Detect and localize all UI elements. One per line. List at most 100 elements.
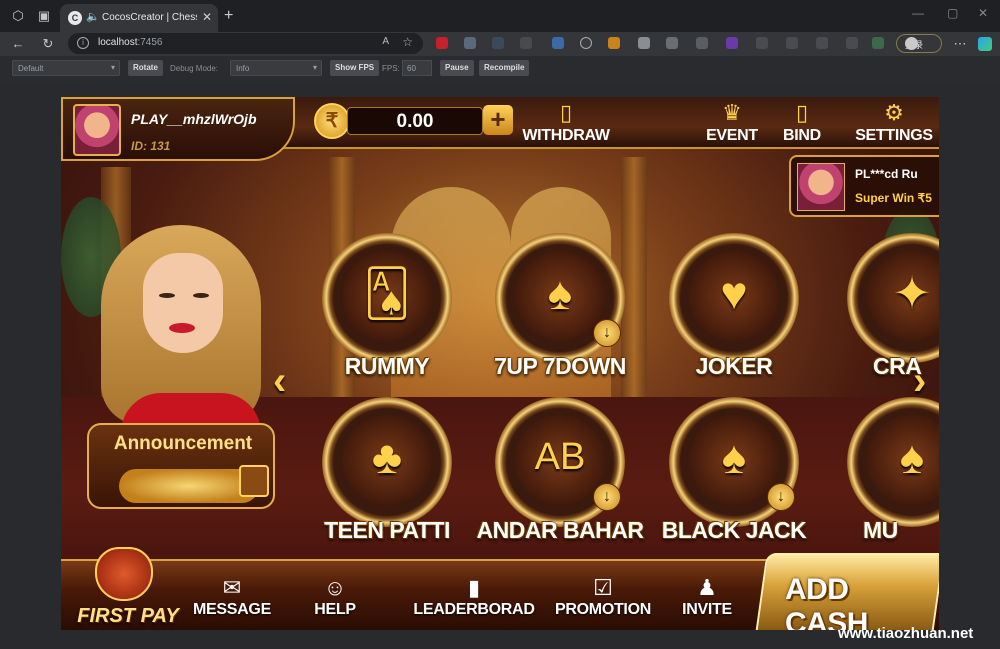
avatar (905, 37, 918, 50)
game-tile-label: MU (863, 517, 898, 543)
event-button[interactable]: ♛ EVENT (697, 99, 767, 145)
rotate-button[interactable]: Rotate (128, 60, 163, 76)
tab-cocos[interactable]: C 🔈 CocosCreator | ChessNewE ✕ (60, 4, 218, 32)
more-menu-icon[interactable]: ⋯ (952, 36, 968, 52)
player-profile[interactable]: PLAY__mhzlWrOjb ID: 131 (61, 97, 295, 161)
recompile-button[interactable]: Recompile (479, 60, 530, 76)
adblock-extension-icon[interactable] (436, 37, 448, 49)
device-select[interactable]: Default ▾ (12, 60, 120, 76)
game-tile-label: RUMMY (344, 353, 430, 379)
scroll-left-arrow-icon[interactable]: ‹ (273, 361, 286, 401)
favicon-icon: C (68, 11, 82, 25)
message-button[interactable]: ✉ MESSAGE (187, 575, 277, 619)
address-bar[interactable]: i localhost:7456 A ☆ (68, 33, 423, 54)
support-icon: ☺ (323, 575, 347, 600)
player-avatar[interactable] (73, 104, 121, 156)
game-tile-label: ANDAR BAHAR (476, 517, 645, 543)
speaker-icon[interactable]: 🔈 (86, 10, 100, 23)
new-tab-button[interactable]: + (224, 7, 233, 25)
tab-actions-icon[interactable]: ▣ (36, 8, 52, 24)
extension-icon[interactable] (666, 37, 678, 49)
url-text[interactable]: localhost:7456 (98, 37, 163, 48)
watermark: www.tiaozhuan.net (838, 625, 974, 642)
link-extension-icon[interactable] (552, 37, 564, 49)
copilot-icon[interactable] (978, 37, 992, 51)
clipboard-icon: ☑ (593, 575, 613, 600)
add-cash-button[interactable]: ADD CASH (755, 553, 939, 630)
download-icon[interactable]: ↓ (593, 319, 621, 347)
debug-mode-select[interactable]: Info ▾ (230, 60, 322, 76)
withdraw-icon: ▯ (559, 100, 573, 125)
gear-icon: ⚙ (884, 100, 904, 125)
game-tile-black-jack[interactable]: ♠ ↓ BLACK JACK (659, 397, 809, 547)
first-pay-button[interactable]: FIRST PAY (73, 547, 179, 630)
fps-input[interactable]: 60 (402, 60, 432, 76)
download-icon[interactable]: ↓ (767, 483, 795, 511)
extension-icon[interactable] (608, 37, 620, 49)
leaderboard-button[interactable]: ▮ LEADERBORAD (411, 575, 537, 619)
winner-amount: Super Win ₹5 (855, 191, 932, 205)
extension-icon[interactable] (726, 37, 738, 49)
extension-icon[interactable] (464, 37, 476, 49)
chip-and-card-icon: ♠ (721, 431, 747, 483)
scroll-right-arrow-icon[interactable]: › (913, 361, 926, 401)
ab-cards-icon: AB (534, 436, 586, 478)
read-aloud-icon[interactable]: A (382, 36, 389, 47)
extension-icon[interactable] (696, 37, 708, 49)
extension-icon[interactable] (638, 37, 650, 49)
promotion-button[interactable]: ☑ PROMOTION (551, 575, 655, 619)
tab-strip: ⬡ ▣ C 🔈 CocosCreator | ChessNewE ✕ + — ▢… (0, 0, 1000, 32)
close-window-icon[interactable]: ✕ (978, 6, 988, 20)
bind-button[interactable]: ▯ BIND (777, 99, 827, 145)
extension-icon[interactable] (580, 37, 592, 49)
minimize-icon[interactable]: — (912, 6, 924, 20)
game-bottom-bar: FIRST PAY ✉ MESSAGE ☺ HELP ▮ LEADERBORAD… (61, 547, 939, 630)
game-canvas[interactable]: PLAY__mhzlWrOjb ID: 131 ₹ 0.00 + ▯ WITHD… (61, 97, 939, 630)
game-tile-joker[interactable]: ♥ JOKER (659, 233, 809, 383)
game-tile-label: BLACK JACK (661, 517, 807, 543)
cocos-preview-toolbar: Default ▾ Rotate Debug Mode: Info ▾ Show F… (0, 56, 1000, 82)
game-tile-label: 7UP 7DOWN (494, 353, 626, 379)
favorite-star-icon[interactable]: ☆ (402, 35, 413, 49)
game-tile-teen-patti[interactable]: ♣ TEEN PATTI (312, 397, 462, 547)
player-name: PLAY__mhzlWrOjb (131, 111, 257, 127)
phone-icon: ▯ (795, 100, 809, 125)
profile-login-button[interactable]: 登录 (896, 34, 942, 53)
tab-close-icon[interactable]: ✕ (202, 10, 212, 24)
game-tile-mu[interactable]: ♠ MU (837, 397, 939, 547)
extension-icon[interactable] (520, 37, 532, 49)
collections-icon[interactable] (846, 37, 858, 49)
invite-button[interactable]: ♟ INVITE (673, 575, 741, 619)
site-info-icon[interactable]: i (77, 37, 89, 49)
game-tile-rummy[interactable]: 🂡 RUMMY (312, 233, 462, 383)
invite-icon: ♟ (697, 575, 717, 600)
withdraw-button[interactable]: ▯ WITHDRAW (513, 99, 619, 145)
back-icon[interactable]: ← (10, 36, 26, 51)
announcement-button[interactable]: Announcement (87, 423, 275, 509)
favorites-icon[interactable] (816, 37, 828, 49)
tab-title: CocosCreator | ChessNewE (102, 12, 197, 23)
winner-avatar (797, 163, 845, 211)
download-icon[interactable]: ↓ (593, 483, 621, 511)
rupee-coin-icon: ₹ (314, 103, 350, 139)
extension-icon[interactable] (492, 37, 504, 49)
gold-coins-icon (119, 469, 259, 503)
hostess-illustration (91, 225, 271, 433)
workspaces-icon[interactable]: ⬡ (10, 8, 26, 24)
add-balance-button[interactable]: + (483, 105, 513, 135)
crown-icon: ♛ (722, 100, 742, 125)
announcement-label: Announcement (113, 433, 253, 454)
reload-icon[interactable]: ↻ (40, 36, 56, 52)
game-tile-andar-bahar[interactable]: AB ↓ ANDAR BAHAR (477, 397, 644, 547)
settings-button[interactable]: ⚙ SETTINGS (849, 99, 939, 145)
extensions-puzzle-icon[interactable] (756, 37, 768, 49)
show-fps-button[interactable]: Show FPS (330, 60, 380, 76)
maximize-icon[interactable]: ▢ (947, 6, 958, 20)
rocket-icon: ✦ (892, 267, 932, 319)
game-tile-7up-7down[interactable]: ♠ ↓ 7UP 7DOWN (485, 233, 635, 383)
browser-essentials-icon[interactable] (872, 37, 884, 49)
pause-button[interactable]: Pause (440, 60, 474, 76)
split-screen-icon[interactable] (786, 37, 798, 49)
help-button[interactable]: ☺ HELP (305, 575, 365, 619)
joker-hat-icon: ♥ (720, 267, 748, 319)
